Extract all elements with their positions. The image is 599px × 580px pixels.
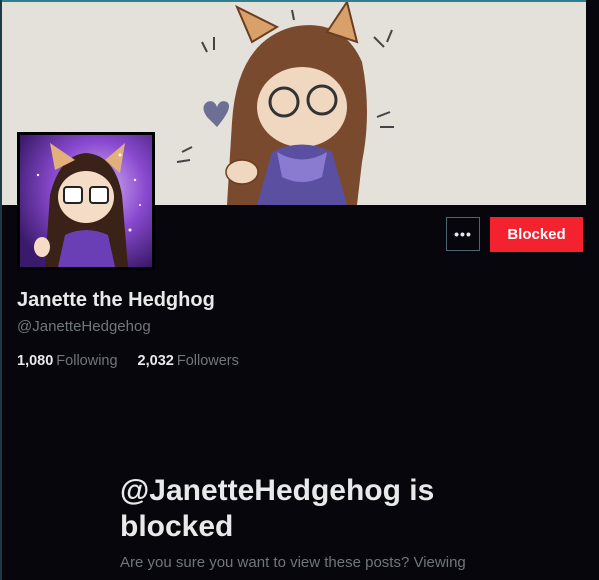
blocked-notice-text: Are you sure you want to view these post… <box>120 554 466 571</box>
blocked-notice-title: @JanetteHedgehog is blocked <box>120 474 435 543</box>
more-horizontal-icon: ••• <box>454 226 472 242</box>
following-count: 1,080 <box>17 353 54 369</box>
blocked-button-label: Blocked <box>507 226 566 243</box>
profile-stats: 1,080 Following 2,032 Followers <box>17 353 239 369</box>
following-label: Following <box>56 353 118 369</box>
profile-avatar[interactable] <box>17 132 155 270</box>
following-link[interactable]: 1,080 Following <box>17 353 118 369</box>
followers-label: Followers <box>176 353 239 369</box>
blocked-button[interactable]: Blocked <box>490 217 583 252</box>
scrollbar-gutter <box>586 0 599 580</box>
more-options-button[interactable]: ••• <box>446 217 480 251</box>
followers-link[interactable]: 2,032 Followers <box>138 353 239 369</box>
blocked-notice-description: Are you sure you want to view these post… <box>120 552 500 574</box>
profile-page: ••• Blocked Janette the Hedghog @Janette… <box>0 0 599 580</box>
profile-handle: @JanetteHedgehog <box>17 318 151 335</box>
profile-display-name: Janette the Hedghog <box>17 289 215 311</box>
followers-count: 2,032 <box>137 353 174 369</box>
